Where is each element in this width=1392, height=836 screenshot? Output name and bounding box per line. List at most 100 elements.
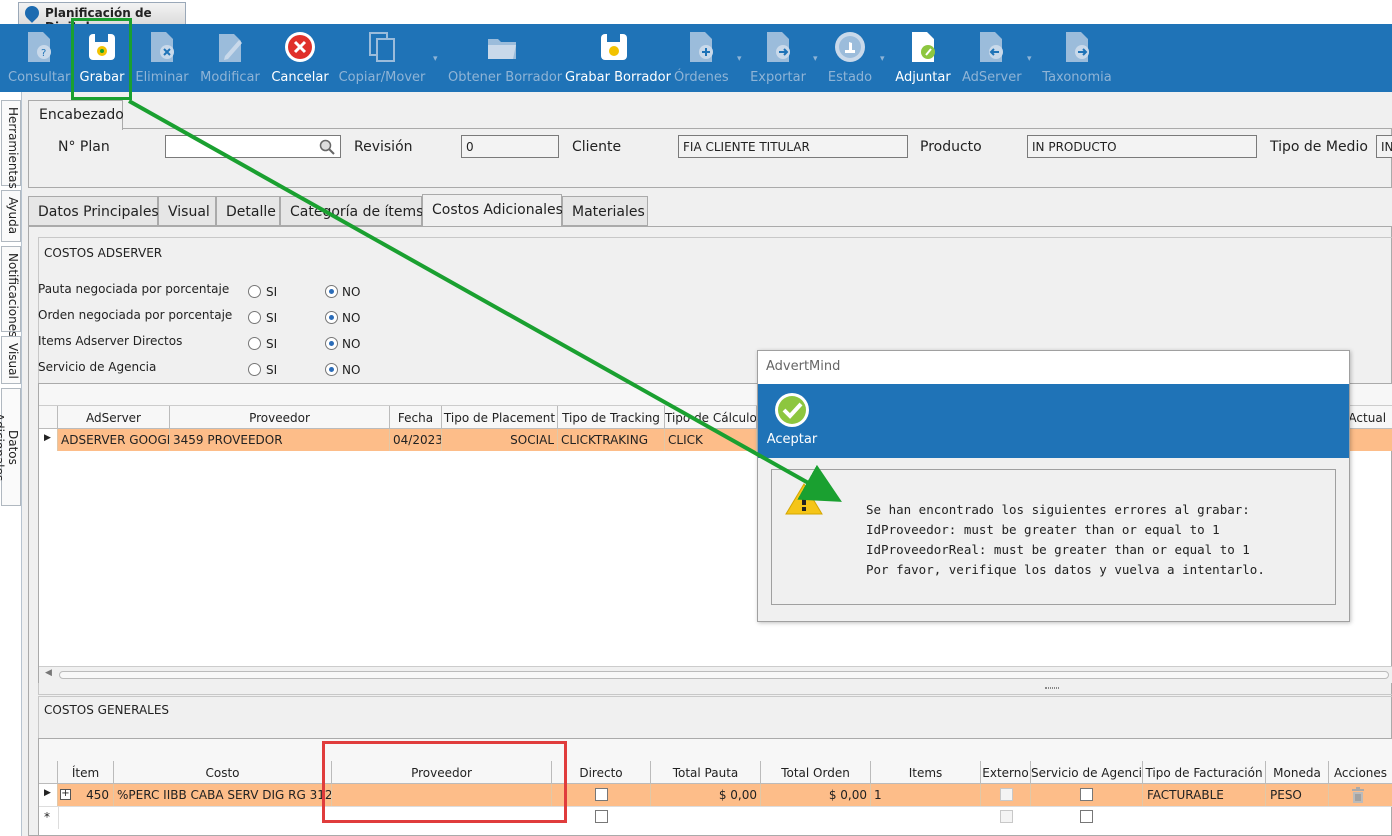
opcion-servicio-agencia: Servicio de Agencia <box>38 360 156 374</box>
new-externo-checkbox <box>1000 810 1013 823</box>
tab-materiales[interactable]: Materiales <box>562 196 648 226</box>
col-tipo-facturacion[interactable]: Tipo de Facturación <box>1143 761 1266 784</box>
col-total-orden[interactable]: Total Orden <box>761 761 871 784</box>
scrollbar-thumb[interactable] <box>59 671 1389 679</box>
estado-label: Estado <box>827 70 873 85</box>
ordenes-dropdown-icon[interactable]: ▾ <box>737 54 742 64</box>
row-indicator-header <box>39 406 58 429</box>
tab-visual[interactable]: Visual <box>158 196 216 226</box>
plan-input[interactable] <box>165 135 341 158</box>
servicio-si-label: SI <box>266 363 278 377</box>
col-moneda[interactable]: Moneda <box>1266 761 1329 784</box>
servicio-no-radio[interactable] <box>325 363 338 376</box>
side-tab-ayuda[interactable]: Ayuda <box>1 190 21 242</box>
horizontal-scrollbar[interactable]: ◀ <box>39 666 1392 683</box>
trash-icon[interactable] <box>1351 787 1365 803</box>
pauta-si-radio[interactable] <box>248 285 261 298</box>
adjuntar-button[interactable]: Adjuntar <box>894 24 952 92</box>
cell-proveedor[interactable]: 3459 PROVEEDOR <box>170 429 390 451</box>
scroll-left-icon[interactable]: ◀ <box>45 668 52 678</box>
cell-adserver[interactable]: ADSERVER GOOGLE <box>58 429 170 451</box>
ordenes-button[interactable]: Órdenes <box>674 24 729 92</box>
tipo-medio-field[interactable]: INT <box>1376 135 1392 158</box>
adserver-dropdown-icon[interactable]: ▾ <box>1027 54 1032 64</box>
tab-datos-principales[interactable]: Datos Principales <box>28 196 159 226</box>
new-servicio-agencia-checkbox[interactable] <box>1080 810 1093 823</box>
cliente-field[interactable]: FIA CLIENTE TITULAR <box>678 135 908 158</box>
tab-categoria-items[interactable]: Categoría de ítems <box>280 196 423 226</box>
consultar-button[interactable]: ? Consultar <box>8 24 70 92</box>
grid-group-panel <box>39 739 1392 761</box>
pauta-si-label: SI <box>266 285 278 299</box>
table-row[interactable]: ▶ 450 + %PERC IIBB CABA SERV DIG RG 312/… <box>39 784 1392 806</box>
cell-tipo-calculo[interactable]: CLICK <box>665 429 757 451</box>
col-fecha[interactable]: Fecha <box>390 406 442 429</box>
cell-tipo-facturacion[interactable]: FACTURABLE <box>1143 784 1266 806</box>
cell-tipo-placement[interactable]: SOCIAL <box>442 429 558 451</box>
pauta-no-radio[interactable] <box>325 285 338 298</box>
revision-field[interactable]: 0 <box>461 135 559 158</box>
grabar-highlight-box <box>71 18 132 100</box>
eliminar-button[interactable]: Eliminar <box>134 24 190 92</box>
copiar-mover-label: Copiar/Mover <box>338 70 426 85</box>
items-si-radio[interactable] <box>248 337 261 350</box>
new-directo-checkbox[interactable] <box>595 810 608 823</box>
col-adserver[interactable]: AdServer <box>58 406 170 429</box>
col-costo[interactable]: Costo <box>114 761 332 784</box>
cell-items[interactable]: 1 <box>871 784 981 806</box>
splitter-grip[interactable] <box>1045 687 1059 689</box>
servicio-agencia-checkbox[interactable] <box>1080 788 1093 801</box>
aceptar-button[interactable]: Aceptar <box>766 390 818 452</box>
col-total-pauta[interactable]: Total Pauta <box>651 761 761 784</box>
new-row[interactable]: * <box>39 806 1392 829</box>
side-tab-notificaciones[interactable]: Notificaciones <box>1 246 21 337</box>
copiar-dropdown-icon[interactable]: ▾ <box>433 54 438 64</box>
search-icon[interactable] <box>319 139 335 155</box>
orden-no-radio[interactable] <box>325 311 338 324</box>
modificar-button[interactable]: Modificar <box>198 24 262 92</box>
tab-detalle[interactable]: Detalle <box>216 196 280 226</box>
exportar-button[interactable]: Exportar <box>750 24 806 92</box>
col-tipo-placement[interactable]: Tipo de Placement <box>442 406 558 429</box>
exportar-dropdown-icon[interactable]: ▾ <box>813 54 818 64</box>
adserver-button[interactable]: AdServer <box>962 24 1022 92</box>
cancel-x-icon <box>285 32 315 62</box>
items-no-radio[interactable] <box>325 337 338 350</box>
modificar-label: Modificar <box>200 70 260 85</box>
encabezado-tab[interactable]: Encabezado <box>28 100 124 130</box>
row-selector-icon[interactable]: ▶ <box>39 429 58 451</box>
cell-moneda[interactable]: PESO <box>1266 784 1329 806</box>
producto-field[interactable]: IN PRODUCTO <box>1027 135 1257 158</box>
taxonomia-button[interactable]: Taxonomia <box>1042 24 1112 92</box>
side-tab-visual[interactable]: Visual <box>1 336 21 384</box>
tab-costos-adicionales[interactable]: Costos Adicionales <box>422 194 563 226</box>
col-acciones[interactable]: Acciones <box>1329 761 1392 784</box>
col-externo[interactable]: Externo <box>981 761 1031 784</box>
grabar-borrador-button[interactable]: Grabar Borrador <box>565 24 671 92</box>
estado-button[interactable]: Estado <box>825 24 875 92</box>
cell-total-pauta[interactable]: $ 0,00 <box>651 784 761 806</box>
col-servicio-agencia[interactable]: Servicio de Agencia <box>1031 761 1143 784</box>
row-selector-icon[interactable]: ▶ <box>39 784 58 806</box>
adserver-icon <box>980 32 1003 62</box>
col-tipo-calculo[interactable]: Tipo de Cálculo <box>665 406 757 429</box>
expand-plus-icon[interactable]: + <box>60 789 71 800</box>
col-proveedor[interactable]: Proveedor <box>170 406 390 429</box>
side-tab-herramientas[interactable]: Herramientas <box>1 100 21 189</box>
cell-costo[interactable]: %PERC IIBB CABA SERV DIG RG 312/... <box>114 784 332 806</box>
cell-total-orden[interactable]: $ 0,00 <box>761 784 871 806</box>
cell-tipo-tracking[interactable]: CLICKTRAKING <box>558 429 665 451</box>
col-tipo-tracking[interactable]: Tipo de Tracking <box>558 406 665 429</box>
servicio-si-radio[interactable] <box>248 363 261 376</box>
directo-checkbox[interactable] <box>595 788 608 801</box>
copiar-mover-button[interactable]: Copiar/Mover <box>338 24 426 92</box>
cell-fecha[interactable]: 04/2023 <box>390 429 442 451</box>
cancelar-button[interactable]: Cancelar <box>270 24 330 92</box>
col-items[interactable]: Items <box>871 761 981 784</box>
col-item[interactable]: Ítem <box>58 761 114 784</box>
obtener-borrador-button[interactable]: Obtener Borrador <box>448 24 562 92</box>
svg-text:?: ? <box>41 48 46 59</box>
orden-si-radio[interactable] <box>248 311 261 324</box>
side-tab-datos-adicionales[interactable]: Datos Adicionales <box>0 388 21 506</box>
estado-dropdown-icon[interactable]: ▾ <box>880 54 885 64</box>
